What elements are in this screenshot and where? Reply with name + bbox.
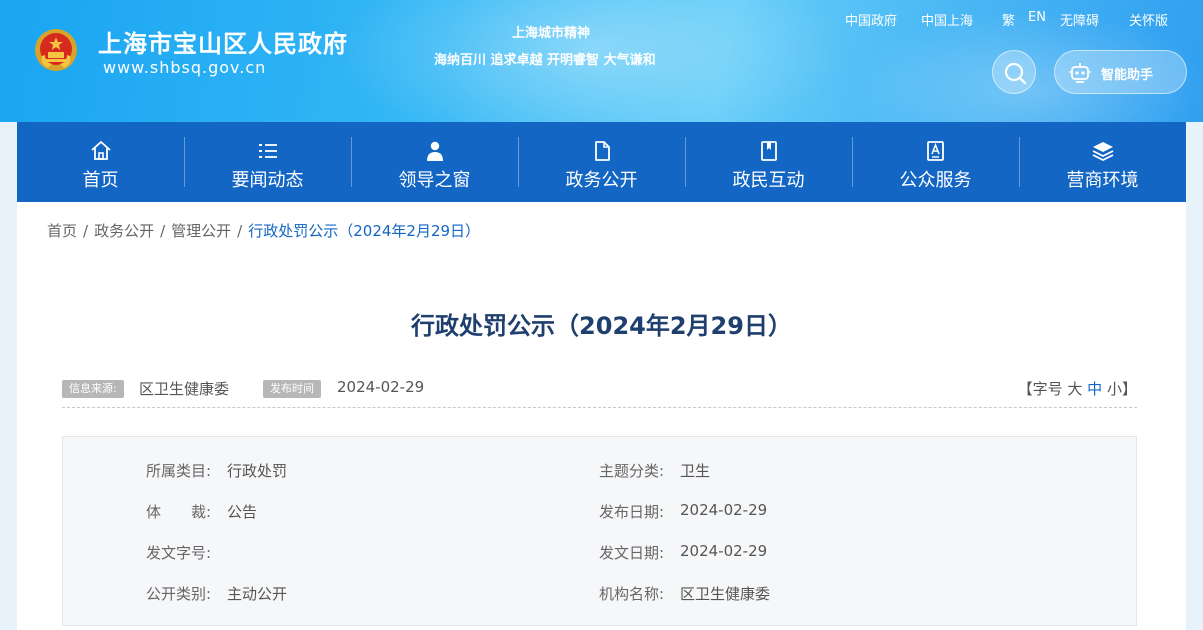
date-tag: 发布时间 — [263, 380, 321, 398]
nav-item-home[interactable]: 首页 — [17, 122, 184, 202]
article-meta: 信息来源: 区卫生健康委 发布时间 2024-02-29 【字号 大 中 小】 — [62, 376, 1137, 408]
nav-item-label: 首页 — [82, 170, 119, 191]
breadcrumb-gov-affairs[interactable]: 政务公开 — [94, 222, 154, 240]
list-icon — [259, 144, 277, 158]
nav-item-gov-affairs[interactable]: 政务公开 — [518, 122, 685, 202]
info-value: 2024-02-29 — [680, 542, 768, 560]
info-label: 发文日期: — [599, 544, 665, 562]
service-icon — [927, 141, 944, 161]
nav-item-public-service[interactable]: 公众服务 — [852, 122, 1019, 202]
nav-item-label: 政务公开 — [565, 170, 638, 191]
info-value: 2024-02-29 — [680, 501, 768, 519]
top-link-china-shanghai[interactable]: 中国上海 — [921, 10, 973, 29]
top-link-china-gov[interactable]: 中国政府 — [845, 10, 897, 29]
site-title[interactable]: 上海市宝山区人民政府 — [98, 24, 348, 59]
info-label: 发布日期: — [599, 503, 665, 521]
document-info-box: 所属类目: 行政处罚 主题分类: 卫生 体 裁: 公告 发布日期: 2024-0… — [62, 436, 1137, 626]
search-icon — [1004, 62, 1027, 85]
font-size-small[interactable]: 小 — [1107, 380, 1122, 398]
nav-item-interaction[interactable]: 政民互动 — [685, 122, 852, 202]
info-label: 主题分类: — [599, 462, 665, 480]
font-size-control: 【字号 大 中 小】 — [1018, 378, 1137, 399]
top-link-english[interactable]: EN — [1028, 10, 1046, 25]
source-tag: 信息来源: — [62, 380, 124, 398]
breadcrumb-home[interactable]: 首页 — [47, 222, 77, 240]
info-label: 机构名称: — [599, 585, 665, 603]
nav-item-news[interactable]: 要闻动态 — [184, 122, 351, 202]
info-label: 发文字号: — [146, 544, 212, 562]
info-label: 所属类目: — [146, 462, 212, 480]
main-nav: 首页 要闻动态 领导之窗 政务公开 政民互动 公众服务 营商环境 — [17, 122, 1186, 202]
info-label: 公开类别: — [146, 585, 212, 603]
person-icon — [427, 141, 443, 161]
site-header: 上海市宝山区人民政府 www.shbsq.gov.cn 上海城市精神 海纳百川 … — [0, 0, 1203, 122]
article-content: 首页 / 政务公开 / 管理公开 / 行政处罚公示（2024年2月29日） 行政处罚公示（2… — [17, 202, 1186, 630]
info-label: 体 裁: — [146, 503, 212, 521]
nav-item-label: 公众服务 — [899, 170, 972, 191]
city-spirit-text: 海纳百川 追求卓越 开明睿智 大气谦和 — [434, 53, 656, 68]
date-value: 2024-02-29 — [337, 378, 425, 396]
font-size-prefix: 【字号 — [1017, 380, 1063, 398]
font-size-large[interactable]: 大 — [1067, 380, 1082, 398]
nav-item-label: 营商环境 — [1066, 170, 1139, 191]
layers-icon — [1092, 142, 1114, 162]
article-title: 行政处罚公示（2024年2月29日） — [411, 312, 792, 340]
info-value: 区卫生健康委 — [680, 585, 771, 603]
bookmark-icon — [761, 141, 777, 161]
nav-item-label: 政民互动 — [732, 170, 805, 191]
breadcrumb: 首页 / 政务公开 / 管理公开 / 行政处罚公示（2024年2月29日） — [47, 222, 481, 240]
ai-assistant-button[interactable]: 智能助手 — [1054, 50, 1187, 94]
ai-assistant-label: 智能助手 — [1101, 68, 1154, 83]
home-icon — [91, 141, 111, 160]
robot-icon — [1069, 63, 1091, 83]
source-value: 区卫生健康委 — [139, 380, 230, 398]
document-icon — [595, 141, 610, 161]
font-size-suffix: 】 — [1121, 380, 1137, 398]
info-value: 公告 — [227, 503, 258, 521]
site-url: www.shbsq.gov.cn — [103, 58, 267, 77]
info-value: 卫生 — [680, 462, 711, 480]
city-spirit-title: 上海城市精神 — [512, 26, 591, 41]
font-size-medium[interactable]: 中 — [1087, 380, 1102, 398]
nav-item-label: 要闻动态 — [231, 170, 304, 191]
top-link-traditional[interactable]: 繁 — [1002, 10, 1015, 29]
info-value: 主动公开 — [227, 585, 288, 603]
national-emblem-icon — [35, 29, 77, 71]
nav-item-label: 领导之窗 — [398, 170, 471, 191]
nav-item-leaders[interactable]: 领导之窗 — [351, 122, 518, 202]
top-link-accessibility[interactable]: 无障碍 — [1060, 10, 1099, 29]
breadcrumb-current[interactable]: 行政处罚公示（2024年2月29日） — [248, 222, 480, 240]
top-link-care-version[interactable]: 关怀版 — [1129, 10, 1168, 29]
breadcrumb-management[interactable]: 管理公开 — [171, 222, 231, 240]
search-button[interactable] — [992, 50, 1036, 94]
info-value: 行政处罚 — [227, 462, 288, 480]
nav-item-business[interactable]: 营商环境 — [1019, 122, 1186, 202]
